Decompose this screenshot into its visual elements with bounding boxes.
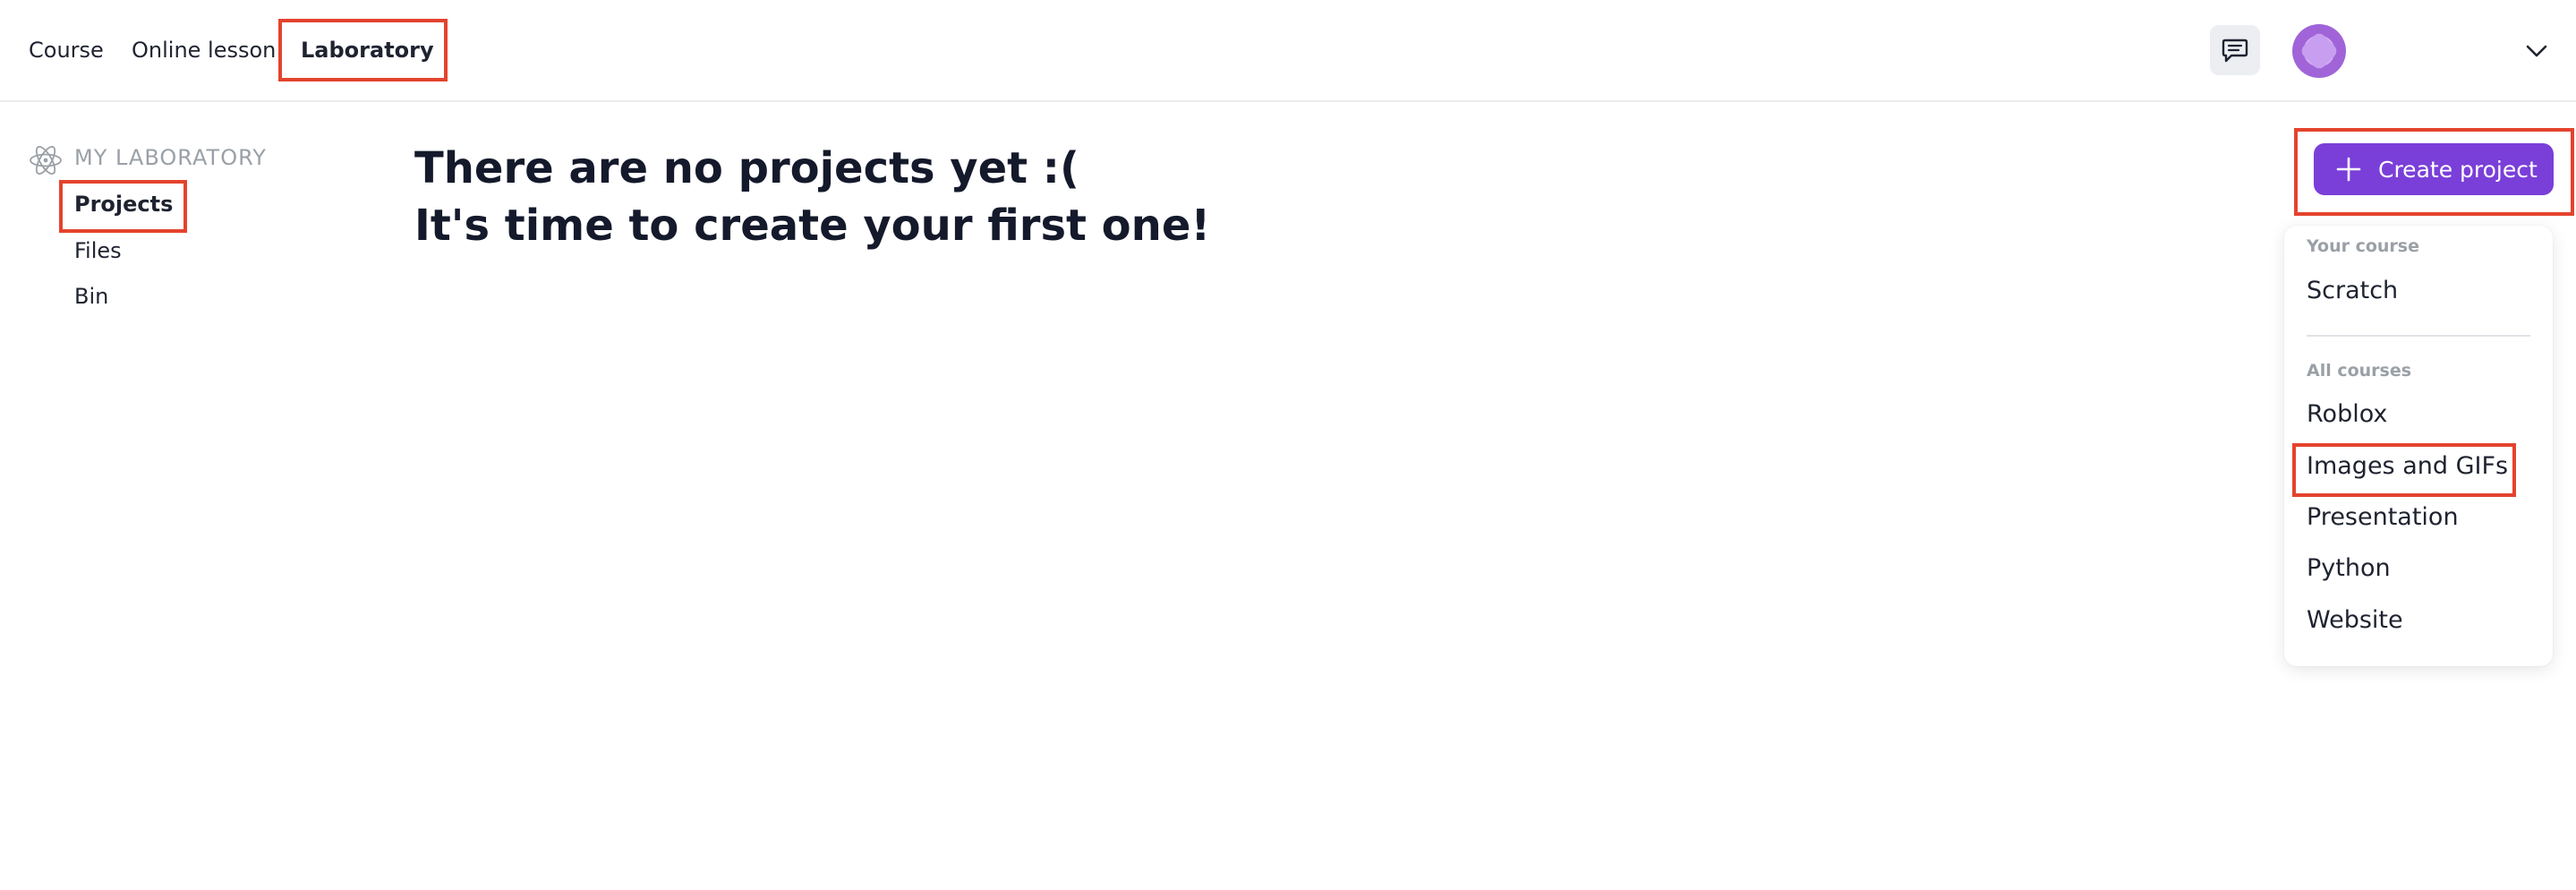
create-project-dropdown: Your course Scratch All courses Roblox I… xyxy=(2284,226,2553,666)
sidebar-item-bin[interactable]: Bin xyxy=(74,284,108,309)
tab-online-lesson[interactable]: Online lesson xyxy=(132,34,276,66)
atom-icon xyxy=(30,146,62,175)
dropdown-item-presentation[interactable]: Presentation xyxy=(2307,503,2459,531)
avatar[interactable] xyxy=(2292,24,2346,78)
dropdown-divider xyxy=(2307,335,2530,337)
dropdown-section-your-course: Your course xyxy=(2307,236,2419,256)
dropdown-section-all-courses: All courses xyxy=(2307,361,2412,381)
avatar-shape xyxy=(2299,30,2340,72)
dropdown-item-website[interactable]: Website xyxy=(2307,606,2403,634)
sidebar-item-files[interactable]: Files xyxy=(74,238,122,263)
chat-bubble-icon xyxy=(2222,39,2248,63)
chat-button[interactable] xyxy=(2210,25,2260,75)
empty-state-line-2: It's time to create your first one! xyxy=(414,201,1211,251)
dropdown-item-images-and-gifs[interactable]: Images and GIFs xyxy=(2307,452,2508,480)
top-navigation-bar: Course Online lesson Laboratory xyxy=(0,0,2576,102)
create-project-label: Create project xyxy=(2378,156,2538,183)
empty-state-message: There are no projects yet :( It's time t… xyxy=(414,140,1210,254)
create-project-button[interactable]: Create project xyxy=(2314,143,2554,195)
dropdown-item-python[interactable]: Python xyxy=(2307,554,2391,582)
sidebar-item-projects[interactable]: Projects xyxy=(74,192,173,217)
sidebar-title: MY LABORATORY xyxy=(74,145,267,170)
tab-laboratory[interactable]: Laboratory xyxy=(301,34,434,66)
chevron-down-icon[interactable] xyxy=(2521,36,2552,66)
tab-course[interactable]: Course xyxy=(29,34,104,66)
dropdown-item-scratch[interactable]: Scratch xyxy=(2307,277,2398,304)
empty-state-line-1: There are no projects yet :( xyxy=(414,143,1079,193)
plus-icon xyxy=(2336,157,2361,182)
dropdown-item-roblox[interactable]: Roblox xyxy=(2307,400,2387,428)
